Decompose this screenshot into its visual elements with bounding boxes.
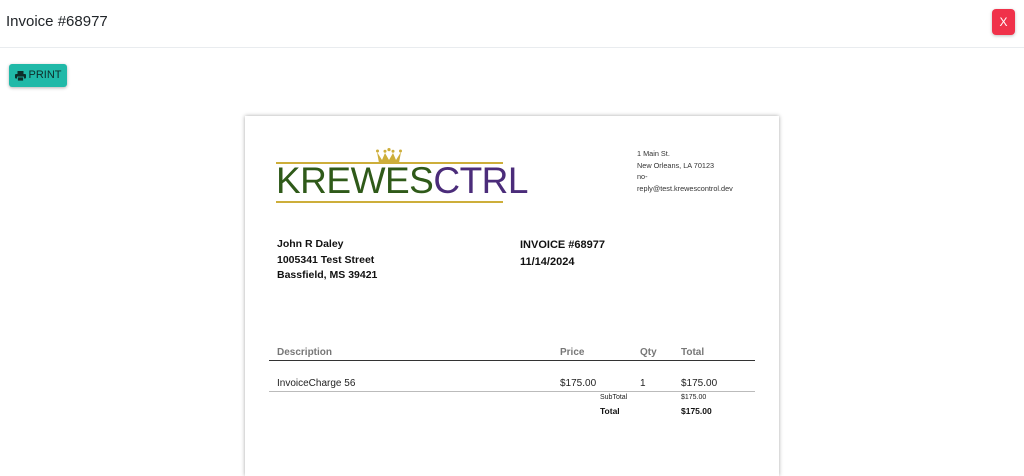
header-total: Total xyxy=(681,347,705,358)
invoice-number: INVOICE #68977 xyxy=(520,239,605,251)
invoice-date: 11/14/2024 xyxy=(520,256,575,268)
close-button[interactable]: X xyxy=(992,9,1015,35)
printer-icon xyxy=(14,70,26,81)
company-address: 1 Main St. New Orleans, LA 70123 no- rep… xyxy=(637,148,767,194)
header-description: Description xyxy=(277,347,333,358)
page-title: Invoice #68977 xyxy=(6,13,108,30)
company-city: New Orleans, LA 70123 xyxy=(637,160,715,170)
row-description: InvoiceCharge 56 xyxy=(277,378,356,389)
invoice-meta: INVOICE #68977 11/14/2024 xyxy=(520,237,605,271)
row-total: $175.00 xyxy=(681,378,718,389)
logo-wordmark: KREWESCTRL xyxy=(276,161,528,201)
company-street: 1 Main St. xyxy=(637,149,670,158)
table-row: InvoiceCharge 56 $175.00 1 $175.00 xyxy=(269,378,755,392)
row-price: $175.00 xyxy=(560,378,597,389)
modal-header: Invoice #68977 X xyxy=(0,0,1024,48)
company-email-part1: no- xyxy=(637,172,648,181)
company-logo: KREWESCTRL xyxy=(276,147,528,207)
customer-street: 1005341 Test Street xyxy=(277,253,375,266)
print-button-label: PRINT xyxy=(28,69,62,81)
subtotal-value: $175.00 xyxy=(681,394,707,401)
invoice-document: KREWESCTRL 1 Main St. New Orleans, LA 70… xyxy=(245,116,779,476)
total-label: Total xyxy=(600,406,620,416)
company-email-part2: reply@test.krewescontrol.dev xyxy=(637,183,733,193)
logo-text-ctrl: CTRL xyxy=(433,160,528,201)
customer-city: Bassfield, MS 39421 xyxy=(277,269,378,281)
logo-bottom-rule xyxy=(276,201,503,203)
customer-name: John R Daley xyxy=(277,238,344,250)
print-button[interactable]: PRINT xyxy=(9,64,67,87)
header-qty: Qty xyxy=(640,347,657,358)
table-header: Description Price Qty Total xyxy=(269,347,755,361)
row-qty: 1 xyxy=(640,378,646,389)
total-value: $175.00 xyxy=(681,406,712,416)
header-price: Price xyxy=(560,347,585,358)
subtotal-label: SubTotal xyxy=(600,394,628,401)
logo-text-krewes: KREWES xyxy=(276,160,434,201)
customer-address: John R Daley 1005341 Test Street Bassfie… xyxy=(277,237,377,284)
